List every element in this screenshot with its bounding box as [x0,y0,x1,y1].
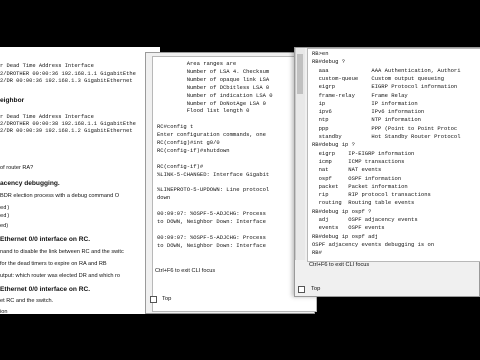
rc-cli-status: Ctrl+F6 to exit CLI focus [155,268,216,274]
cli-line: RB# [312,249,322,257]
cli-line: nat NAT events [312,166,382,174]
rb-cli-scrollbar[interactable] [295,48,305,260]
doc-line: BDR election process with a debug comman… [0,193,120,199]
cli-line: Enter configuration commands, one [157,131,266,139]
doc-line: 2/DR 00:00:36 192.168.1.3 GigabitEtherne… [0,78,133,84]
cli-line: Number of DoNotAge LSA 0 [157,99,266,107]
doc-line: 2/DROTHER 00:00:36 192.168.1.1 GigabitEt… [0,71,136,77]
cli-line: events OSPF events [312,224,385,232]
cli-line: to DOWN, Neighbor Down: Interface [157,241,266,249]
cli-line: Area ranges are [157,60,237,67]
doc-line: for the dead timers to expire on RA and … [0,261,107,267]
rb-cli-status: Ctrl+F6 to exit CLI focus [309,262,370,268]
cli-line: 00:09:07: %OSPF-5-ADJCHG: Process [157,210,266,218]
rb-cli-console[interactable]: RB>en RB#debug ? aaa AAA Authentication, … [307,48,480,262]
cli-line: standby Hot Standby Router Protocol [312,133,461,140]
cli-line: eigrp EIGRP Protocol information [312,83,458,91]
cli-line: 00:09:07: %OSPF-5-ADJCHG: Process [157,233,266,241]
cli-line: aaa AAA Authentication, Authori [312,66,461,74]
rc-top-label: Top [162,296,172,302]
cli-line: %LINK-5-CHANGED: Interface Gigabit [157,170,270,178]
cli-line: ppp PPP (Point to Point Protoc [312,124,458,132]
cli-line: RB#debug ip ospf ? [312,207,372,215]
cli-line: adj OSPF adjacency events [312,216,418,223]
rb-cli-scrollbar-thumb[interactable] [297,54,303,94]
doc-line: r Dead Time Address Interface [0,63,94,69]
cli-line: Number of opaque link LSA [157,75,270,83]
cli-line: ospf OSPF information [312,174,402,182]
doc-line: utput: which router was elected DR and w… [0,273,121,279]
doc-line: 2/DR 00:00:39 192.168.1.2 GigabitEtherne… [0,128,133,134]
doc-line: ed) [0,213,10,219]
letterbox-top [0,0,480,47]
cli-line: rip RIP protocol transactions [312,191,431,199]
doc-line: nand to disable the link between RC and … [0,249,124,255]
doc-line: ed) [0,205,10,211]
cli-line: %LINEPROTO-5-UPDOWN: Line protocol [157,186,270,194]
cli-line: RC(config-if)# [157,162,204,170]
rc-cli-window[interactable]: Area ranges are Number of LSA 4. Checksu… [145,52,317,314]
cli-line: RB#debug ip ospf adj [312,232,379,240]
cli-line: RC(config)#int g0/0 [157,139,220,146]
cli-line: ntp NTP information [312,116,421,124]
doc-line: et RC and the switch. [0,298,54,304]
doc-line: r Dead Time Address Interface [0,114,94,120]
doc-line: 2/DROTHER 00:00:38 192.168.1.1 GigabitEt… [0,121,136,127]
cli-line: Number of LSA 4. Checksum [157,67,270,75]
cli-line: ip IP information [312,99,418,107]
doc-line: acency debugging. [0,180,60,187]
lab-instructions-document: r Dead Time Address Interface 2/DROTHER 0… [0,47,160,314]
cli-line: frame-relay Frame Relay [312,91,408,99]
cli-line: to DOWN, Neighbor Down: Interface [157,218,266,225]
cli-line: Flood list length 0 [157,107,250,115]
cli-line: RB#debug ? [312,58,346,66]
doc-line: Ethernet 0/0 interface on RC. [0,286,91,293]
cli-line: RC#config t [157,123,194,131]
cli-line: Number of indication LSA 0 [157,91,273,99]
cli-line: OSPF adjacency events debugging is on [312,240,435,248]
cli-line: icmp ICMP transactions [312,157,405,165]
rb-top-label: Top [311,286,321,292]
doc-line: Ethernet 0/0 interface on RC. [0,236,91,243]
doc-line: of router RA? [0,165,34,171]
cli-line: routing Routing table events [312,199,415,207]
cli-line: RB>en [312,50,329,57]
cli-line: Number of DCbitless LSA 0 [157,83,270,91]
cli-line: custom-queue Custom output queueing [312,74,445,82]
cli-line: down [157,194,171,202]
cli-line: RC(config-if)#shutdown [157,146,230,154]
letterbox-bottom [0,314,480,360]
rc-top-checkbox[interactable] [150,296,157,303]
screen: r Dead Time Address Interface 2/DROTHER 0… [0,0,480,360]
cli-line: ipv6 IPv6 information [312,108,425,116]
cli-line: RB#debug ip ? [312,141,355,149]
cli-line: packet Packet information [312,182,408,190]
rb-cli-window[interactable]: RB>en RB#debug ? aaa AAA Authentication, … [294,47,480,297]
cli-line: eigrp IP-EIGRP information [312,149,415,157]
rb-top-checkbox[interactable] [298,286,305,293]
doc-line: eighbor [0,97,25,104]
doc-line: ed) [0,223,9,229]
